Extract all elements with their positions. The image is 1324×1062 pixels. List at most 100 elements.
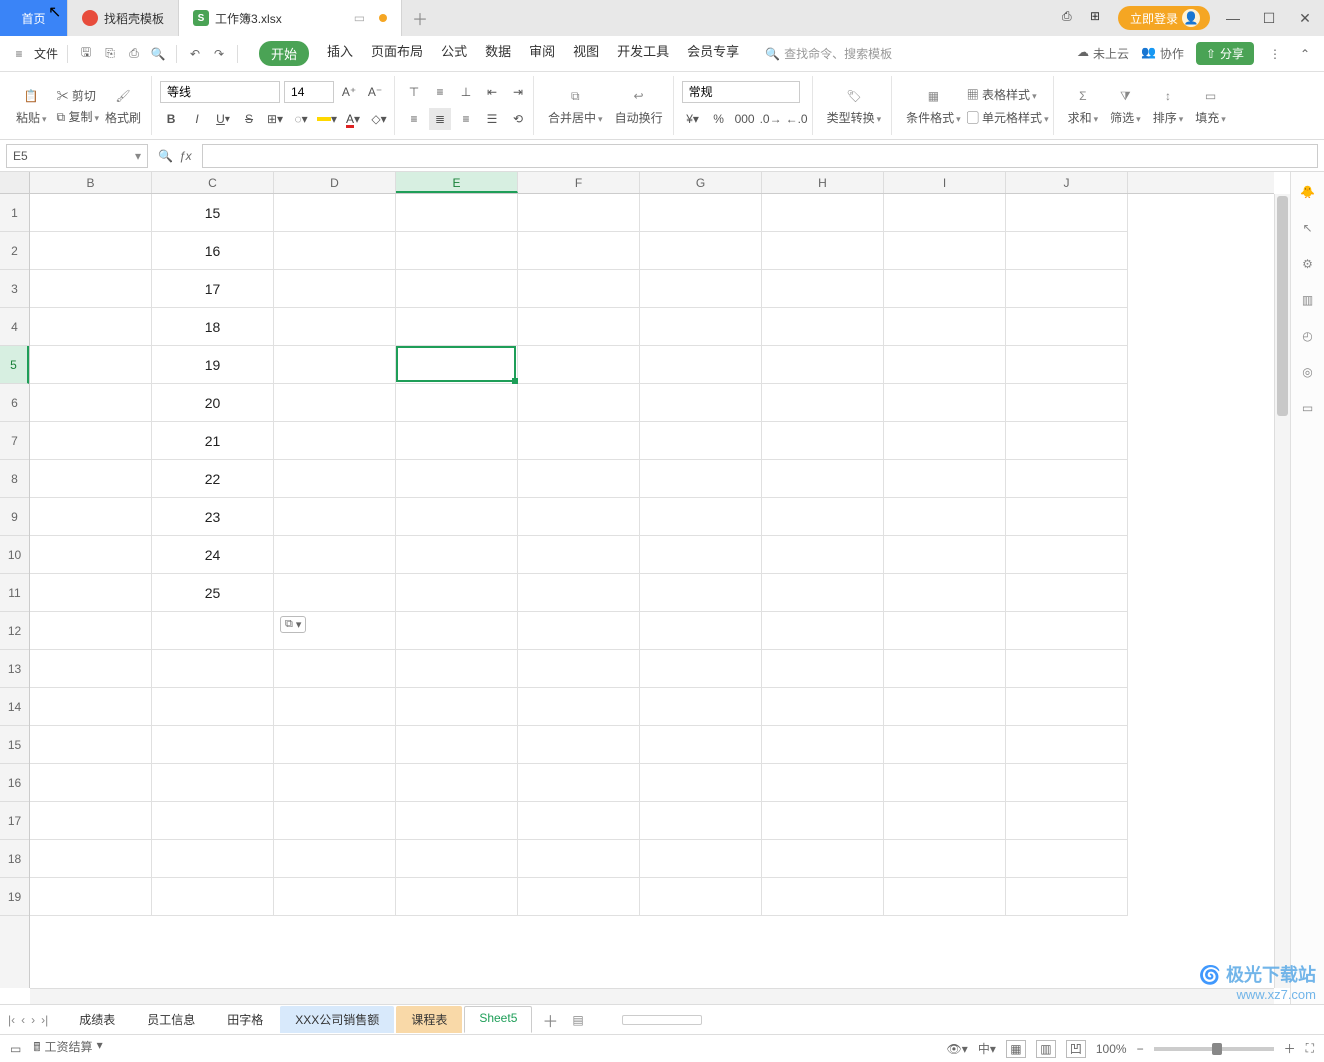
cell[interactable] xyxy=(518,384,640,422)
cell[interactable] xyxy=(274,232,396,270)
cell[interactable] xyxy=(762,346,884,384)
sp-settings-icon[interactable]: ⚙ xyxy=(1298,254,1318,274)
cell[interactable] xyxy=(762,840,884,878)
underline-button[interactable]: U▾ xyxy=(212,108,234,130)
scroll-thumb[interactable] xyxy=(1277,196,1288,416)
cell[interactable] xyxy=(762,878,884,916)
font-name-select[interactable] xyxy=(160,81,280,103)
zoom-fx-icon[interactable]: 🔍 xyxy=(158,149,173,163)
menu-start[interactable]: 开始 xyxy=(259,41,309,66)
cell[interactable] xyxy=(1006,498,1128,536)
cell[interactable] xyxy=(152,688,274,726)
sheet-nav-last-icon[interactable]: ›| xyxy=(41,1013,48,1027)
cell[interactable] xyxy=(152,764,274,802)
strike-button[interactable]: S xyxy=(238,108,260,130)
cell[interactable] xyxy=(274,574,396,612)
row-header[interactable]: 7 xyxy=(0,422,29,460)
clear-format-button[interactable]: ◇▾ xyxy=(368,108,390,130)
cell[interactable] xyxy=(1006,878,1128,916)
cell[interactable] xyxy=(884,612,1006,650)
saveas-icon[interactable]: ⎘ xyxy=(101,45,119,63)
cell[interactable] xyxy=(518,726,640,764)
cell[interactable] xyxy=(884,384,1006,422)
cell[interactable]: 18 xyxy=(152,308,274,346)
cell[interactable] xyxy=(640,308,762,346)
view-page-icon[interactable]: ▥ xyxy=(1036,1040,1056,1058)
menu-formula[interactable]: 公式 xyxy=(441,41,467,66)
cell[interactable] xyxy=(518,498,640,536)
col-header[interactable]: D xyxy=(274,172,396,193)
percent-icon[interactable]: % xyxy=(708,108,730,130)
cell[interactable]: 15 xyxy=(152,194,274,232)
cell[interactable] xyxy=(396,840,518,878)
record-icon[interactable]: ▭ xyxy=(10,1042,21,1056)
cell[interactable] xyxy=(762,308,884,346)
cell[interactable] xyxy=(30,460,152,498)
cell[interactable] xyxy=(1006,764,1128,802)
cell[interactable] xyxy=(884,688,1006,726)
eye-icon[interactable]: 👁▾ xyxy=(947,1042,968,1056)
cell[interactable] xyxy=(1006,688,1128,726)
autofill-options-button[interactable]: ⧉▾ xyxy=(280,616,306,633)
sp-book-icon[interactable]: ▭ xyxy=(1298,398,1318,418)
cell[interactable] xyxy=(30,688,152,726)
cell[interactable] xyxy=(396,194,518,232)
sheet-nav-first-icon[interactable]: |‹ xyxy=(8,1013,15,1027)
cell[interactable] xyxy=(396,460,518,498)
cell[interactable] xyxy=(884,422,1006,460)
paste-button[interactable]: 📋粘贴 xyxy=(10,83,53,128)
cell[interactable]: 21 xyxy=(152,422,274,460)
cell[interactable] xyxy=(274,688,396,726)
cell[interactable] xyxy=(30,764,152,802)
align-middle-icon[interactable]: ≡ xyxy=(429,81,451,103)
cell[interactable] xyxy=(518,764,640,802)
cell[interactable] xyxy=(518,346,640,384)
sp-target-icon[interactable]: ◎ xyxy=(1298,362,1318,382)
cell[interactable] xyxy=(1006,460,1128,498)
highlight-button[interactable]: ▾ xyxy=(316,108,338,130)
cell[interactable] xyxy=(640,384,762,422)
decrease-font-icon[interactable]: A⁻ xyxy=(364,81,386,103)
cell[interactable] xyxy=(274,726,396,764)
cell[interactable] xyxy=(30,346,152,384)
tab-scroll[interactable] xyxy=(622,1015,702,1025)
cell[interactable] xyxy=(274,650,396,688)
cell[interactable] xyxy=(30,232,152,270)
cell[interactable] xyxy=(30,422,152,460)
cell[interactable] xyxy=(640,574,762,612)
sheet-tab[interactable]: 田字格 xyxy=(212,1006,278,1033)
cell[interactable] xyxy=(152,802,274,840)
cell[interactable] xyxy=(518,612,640,650)
sheet-tab[interactable]: 课程表 xyxy=(396,1006,462,1033)
layout2-icon[interactable]: ⊞ xyxy=(1090,9,1108,27)
save-icon[interactable]: 🖫 xyxy=(77,45,95,63)
cell[interactable] xyxy=(1006,802,1128,840)
cell[interactable] xyxy=(762,726,884,764)
add-tab-button[interactable]: ＋ xyxy=(402,0,438,36)
inc-decimal-icon[interactable]: .0→ xyxy=(760,108,782,130)
border-button[interactable]: ⊞▾ xyxy=(264,108,286,130)
tab-templates[interactable]: 找稻壳模板 xyxy=(68,0,179,36)
align-top-icon[interactable]: ⊤ xyxy=(403,81,425,103)
row-header[interactable]: 1 xyxy=(0,194,29,232)
sheet-tab[interactable]: Sheet5 xyxy=(464,1006,532,1033)
close-button[interactable]: ✕ xyxy=(1292,10,1318,27)
cell[interactable] xyxy=(152,612,274,650)
thousands-icon[interactable]: 000 xyxy=(734,108,756,130)
cell[interactable] xyxy=(762,498,884,536)
cell[interactable] xyxy=(396,878,518,916)
cell[interactable] xyxy=(30,802,152,840)
cell[interactable] xyxy=(30,574,152,612)
menu-page-layout[interactable]: 页面布局 xyxy=(371,41,423,66)
cell[interactable] xyxy=(396,346,518,384)
cell[interactable] xyxy=(884,536,1006,574)
merge-center-button[interactable]: ⧉合并居中 xyxy=(542,78,609,133)
row-header[interactable]: 5 xyxy=(0,346,29,384)
cell[interactable] xyxy=(518,650,640,688)
cell[interactable] xyxy=(640,422,762,460)
cell[interactable] xyxy=(518,194,640,232)
cell[interactable] xyxy=(640,232,762,270)
cell[interactable] xyxy=(30,194,152,232)
currency-icon[interactable]: ¥▾ xyxy=(682,108,704,130)
row-header[interactable]: 11 xyxy=(0,574,29,612)
